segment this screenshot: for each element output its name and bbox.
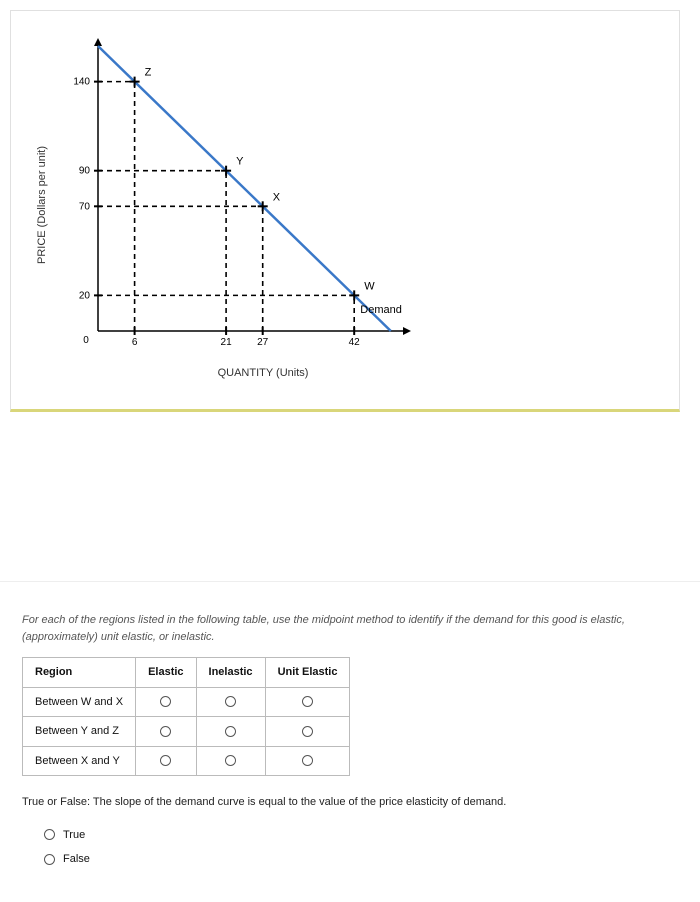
header-unit-elastic: Unit Elastic xyxy=(265,658,350,688)
radio-option[interactable] xyxy=(225,726,236,737)
region-table: Region Elastic Inelastic Unit Elastic Be… xyxy=(22,657,350,776)
svg-text:X: X xyxy=(273,191,281,203)
tf-options: True False xyxy=(22,811,678,872)
svg-text:20: 20 xyxy=(79,290,91,301)
table-row: Between W and X xyxy=(23,687,350,717)
svg-text:Z: Z xyxy=(145,67,152,79)
radio-cell[interactable] xyxy=(136,717,196,747)
radio-option[interactable] xyxy=(160,755,171,766)
radio-option[interactable] xyxy=(160,696,171,707)
header-elastic: Elastic xyxy=(136,658,196,688)
header-region: Region xyxy=(23,658,136,688)
chart-card: PRICE (Dollars per unit) 0 20 70 90 140 6 21 27… xyxy=(10,10,680,412)
question1-prompt: For each of the regions listed in the fo… xyxy=(22,612,678,645)
radio-cell[interactable] xyxy=(265,687,350,717)
svg-text:21: 21 xyxy=(221,337,233,348)
question-block: For each of the regions listed in the fo… xyxy=(0,612,700,902)
radio-cell[interactable] xyxy=(136,687,196,717)
radio-option[interactable] xyxy=(225,696,236,707)
chart-wrap: PRICE (Dollars per unit) 0 20 70 90 140 6 21 27… xyxy=(31,31,659,379)
radio-cell[interactable] xyxy=(196,746,265,776)
x-axis-label: QUANTITY (Units) xyxy=(53,367,473,379)
radio-false[interactable] xyxy=(44,854,55,865)
radio-option[interactable] xyxy=(160,726,171,737)
radio-option[interactable] xyxy=(302,696,313,707)
table-row: Between X and Y xyxy=(23,746,350,776)
ylabel-holder: PRICE (Dollars per unit) xyxy=(31,199,53,211)
y-axis-label: PRICE (Dollars per unit) xyxy=(36,146,48,264)
svg-text:90: 90 xyxy=(79,166,91,177)
demand-chart: 0 20 70 90 140 6 21 27 42 Z Y X W Demand xyxy=(53,31,473,361)
tf-label-true: True xyxy=(63,827,85,844)
radio-cell[interactable] xyxy=(196,687,265,717)
radio-cell[interactable] xyxy=(265,717,350,747)
question2-prompt: True or False: The slope of the demand c… xyxy=(22,794,678,811)
table-row: Between Y and Z xyxy=(23,717,350,747)
svg-text:0: 0 xyxy=(83,335,89,346)
tf-label-false: False xyxy=(63,851,90,868)
radio-option[interactable] xyxy=(225,755,236,766)
svg-text:42: 42 xyxy=(349,337,361,348)
tf-row-true[interactable]: True xyxy=(44,823,678,848)
svg-text:Y: Y xyxy=(236,156,244,168)
svg-text:Demand: Demand xyxy=(360,304,402,316)
radio-option[interactable] xyxy=(302,726,313,737)
radio-true[interactable] xyxy=(44,829,55,840)
radio-cell[interactable] xyxy=(265,746,350,776)
region-label: Between W and X xyxy=(23,687,136,717)
svg-text:W: W xyxy=(364,280,375,292)
svg-text:140: 140 xyxy=(73,77,90,88)
svg-text:27: 27 xyxy=(257,337,269,348)
chart-svg-holder: 0 20 70 90 140 6 21 27 42 Z Y X W Demand QUANTITY (Un… xyxy=(53,31,473,379)
region-label: Between X and Y xyxy=(23,746,136,776)
header-inelastic: Inelastic xyxy=(196,658,265,688)
section-gap xyxy=(0,422,700,582)
radio-cell[interactable] xyxy=(136,746,196,776)
tf-row-false[interactable]: False xyxy=(44,847,678,872)
radio-option[interactable] xyxy=(302,755,313,766)
svg-text:6: 6 xyxy=(132,337,138,348)
radio-cell[interactable] xyxy=(196,717,265,747)
region-label: Between Y and Z xyxy=(23,717,136,747)
svg-text:70: 70 xyxy=(79,201,91,212)
